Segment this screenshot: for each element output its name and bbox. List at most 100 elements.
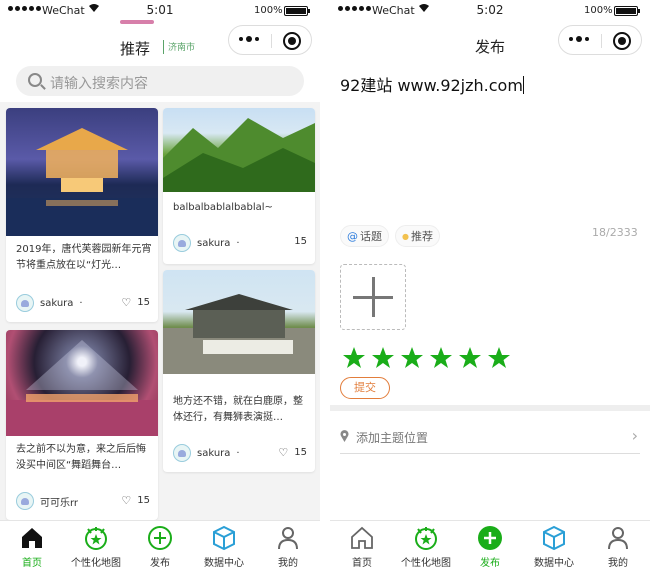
star-icon[interactable] — [342, 346, 366, 370]
star-icon[interactable] — [458, 346, 482, 370]
page-title[interactable]: 推荐 — [120, 38, 150, 59]
cube-icon — [543, 525, 565, 551]
post-description: 去之前不以为意，来之后后悔没买中间区“舞蹈舞台… — [16, 444, 146, 471]
like-number: 15 — [294, 447, 307, 458]
location-label: 添加主题位置 — [356, 431, 429, 445]
char-counter: 18/2333 — [592, 226, 638, 239]
post-content: 92建站 www.92jzh.com — [340, 76, 523, 95]
active-tab-indicator — [120, 20, 154, 24]
post-author: 可可乐rr — [16, 492, 78, 510]
battery-icon — [614, 6, 640, 16]
star-rating[interactable] — [342, 346, 511, 370]
tab-label: 数据中心 — [534, 558, 574, 568]
heart-icon: ♡ — [121, 296, 132, 309]
post-image — [163, 270, 315, 374]
at-icon: @ — [347, 229, 358, 243]
star-icon[interactable] — [429, 346, 453, 370]
like-count[interactable]: ♡ 15 — [121, 494, 150, 507]
tab-label: 首页 — [22, 558, 42, 568]
tag-chips: @ 话题 ● 推荐 — [340, 225, 440, 247]
close-icon[interactable] — [283, 32, 301, 50]
post-card[interactable]: balbalbablalbablal~ sakura · 15 — [163, 108, 315, 264]
tab-data-center[interactable]: 数据中心 — [522, 521, 586, 568]
tab-label: 我的 — [278, 558, 298, 568]
tab-label: 发布 — [480, 558, 500, 568]
more-icon[interactable] — [569, 36, 589, 42]
avatar — [16, 492, 34, 510]
home-icon — [351, 526, 373, 549]
topic-chip[interactable]: @ 话题 — [340, 225, 389, 247]
post-card[interactable]: 地方还不错，就在白鹿原，整体还行，有舞狮表演挺… sakura · ♡ 15 — [163, 270, 315, 472]
city-selector[interactable]: 济南市 — [163, 40, 195, 54]
user-icon — [278, 527, 298, 550]
post-author: sakura · — [173, 234, 240, 252]
status-bar: WeChat 5:01 100% — [0, 0, 320, 22]
recommend-chip[interactable]: ● 推荐 — [395, 225, 440, 247]
submit-button[interactable]: 提交 — [340, 377, 390, 399]
tab-map[interactable]: 个性化地图 — [64, 521, 128, 568]
battery-percent: 100% — [254, 5, 283, 16]
more-icon[interactable] — [239, 36, 259, 42]
tab-publish[interactable]: 发布 — [128, 521, 192, 568]
home-icon — [22, 528, 42, 548]
chip-label: 话题 — [360, 230, 382, 243]
post-content-textarea[interactable]: 92建站 www.92jzh.com — [340, 72, 524, 96]
post-author: sakura · — [16, 294, 83, 312]
like-count[interactable]: ♡ 15 — [278, 446, 307, 459]
nav-bar — [0, 22, 320, 62]
add-image-button[interactable] — [340, 264, 406, 330]
search-icon — [28, 73, 42, 87]
author-name: sakura — [197, 237, 231, 249]
post-description: 2019年，唐代芙蓉园新年元宵节将重点放在以“灯光… — [16, 244, 152, 271]
author-name: 可可乐rr — [40, 497, 79, 509]
tab-publish[interactable]: 发布 — [458, 521, 522, 568]
author-name: sakura — [197, 447, 231, 459]
tab-label: 发布 — [150, 558, 170, 568]
publish-screen: WeChat 5:02 100% 发布 92建站 www.92jzh.com @… — [330, 0, 650, 568]
post-card[interactable]: 2019年，唐代芙蓉园新年元宵节将重点放在以“灯光… sakura · ♡ 15 — [6, 108, 158, 322]
battery-icon — [284, 6, 310, 16]
tab-profile[interactable]: 我的 — [256, 521, 320, 568]
post-author: sakura · — [173, 444, 240, 462]
close-icon[interactable] — [613, 32, 631, 50]
tab-label: 个性化地图 — [401, 558, 451, 568]
avatar — [16, 294, 34, 312]
heart-icon: ♡ — [121, 494, 132, 507]
status-bar: WeChat 5:02 100% — [330, 0, 650, 22]
post-image — [6, 330, 158, 436]
like-number: 15 — [294, 236, 307, 247]
dot-icon: ● — [402, 231, 409, 241]
tab-home[interactable]: 首页 — [330, 521, 394, 568]
location-pin-icon — [340, 430, 349, 445]
cube-icon — [213, 525, 235, 551]
post-card[interactable]: 去之前不以为意，来之后后悔没买中间区“舞蹈舞台… 可可乐rr ♡ 15 — [6, 330, 158, 520]
map-badge-icon — [415, 527, 437, 550]
feed: 2019年，唐代芙蓉园新年元宵节将重点放在以“灯光… sakura · ♡ 15… — [0, 102, 320, 520]
post-description: balbalbablalbablal~ — [173, 202, 273, 213]
chip-label: 推荐 — [410, 230, 433, 243]
like-number: 15 — [137, 297, 150, 308]
mini-program-capsule — [558, 25, 642, 55]
post-description: 地方还不错，就在白鹿原，整体还行，有舞狮表演挺… — [173, 396, 303, 423]
search-input[interactable]: 请输入搜索内容 — [16, 66, 304, 96]
tab-profile[interactable]: 我的 — [586, 521, 650, 568]
tab-map[interactable]: 个性化地图 — [394, 521, 458, 568]
home-screen: WeChat 5:01 100% 推荐 济南市 请输入搜索内容 2019年，唐代… — [0, 0, 320, 568]
chevron-right-icon: › — [631, 426, 638, 445]
section-divider — [330, 405, 650, 411]
star-icon[interactable] — [487, 346, 511, 370]
like-count[interactable]: 15 — [294, 236, 307, 247]
star-icon[interactable] — [400, 346, 424, 370]
tab-home[interactable]: 首页 — [0, 521, 64, 568]
avatar — [173, 234, 191, 252]
mini-program-capsule — [228, 25, 312, 55]
like-count[interactable]: ♡ 15 — [121, 296, 150, 309]
tab-label: 数据中心 — [204, 558, 244, 568]
tab-label: 首页 — [352, 558, 372, 568]
add-location-row[interactable]: 添加主题位置 › — [340, 420, 640, 454]
tab-bar: 首页 个性化地图 发布 数据中心 我的 — [330, 520, 650, 568]
add-circle-icon — [148, 526, 172, 550]
tab-data-center[interactable]: 数据中心 — [192, 521, 256, 568]
battery-percent: 100% — [584, 5, 613, 16]
star-icon[interactable] — [371, 346, 395, 370]
